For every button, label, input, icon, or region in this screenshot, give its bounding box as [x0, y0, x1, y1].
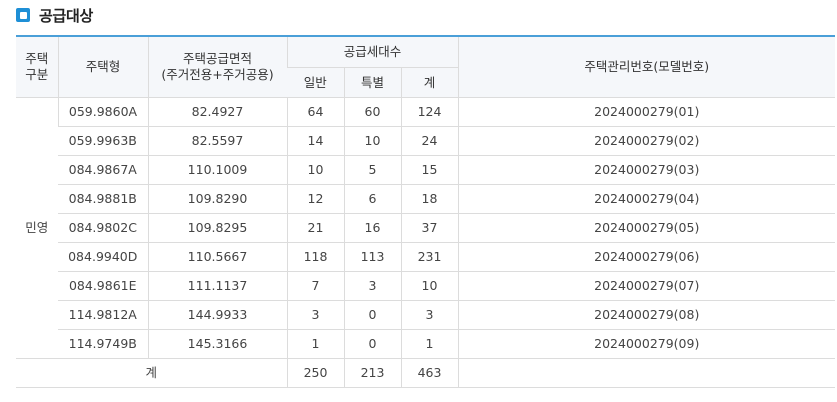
- cell-supply-area: 109.8290: [147, 184, 287, 214]
- table-row: 114.9749B 145.3166 1 0 1 2024000279(09): [16, 329, 836, 359]
- cell-management-number: 2024000279(01): [457, 97, 836, 127]
- cell-general-units: 21: [286, 213, 344, 243]
- cell-special-units: 0: [343, 329, 401, 359]
- cell-special-units: 10: [343, 126, 401, 156]
- cell-housing-type: 084.9940D: [58, 242, 148, 272]
- cell-special-units: 5: [343, 155, 401, 185]
- cell-total-units: 1: [400, 329, 459, 359]
- header-special: 특별: [343, 67, 401, 98]
- cell-total-units: 3: [400, 300, 459, 330]
- section-header: 공급대상: [16, 5, 93, 25]
- cell-total-units: 24: [400, 126, 459, 156]
- cell-supply-area: 110.1009: [147, 155, 287, 185]
- square-bullet-icon: [16, 8, 30, 22]
- cell-housing-type: 084.9881B: [58, 184, 148, 214]
- table-row: 084.9861E 111.1137 7 3 10 2024000279(07): [16, 271, 836, 301]
- cell-special-units: 3: [343, 271, 401, 301]
- cell-total-units: 124: [400, 97, 459, 127]
- table-row: 084.9867A 110.1009 10 5 15 2024000279(03): [16, 155, 836, 185]
- cell-general-units: 3: [286, 300, 344, 330]
- totals-row: 계 250 213 463: [16, 358, 836, 388]
- cell-total-units: 231: [400, 242, 459, 272]
- cell-management-number: 2024000279(03): [457, 155, 836, 185]
- cell-management-number: 2024000279(09): [457, 329, 836, 359]
- table-row: 114.9812A 144.9933 3 0 3 2024000279(08): [16, 300, 836, 330]
- header-total: 계: [400, 67, 459, 98]
- table-row: 084.9802C 109.8295 21 16 37 2024000279(05): [16, 213, 836, 243]
- cell-total-units: 15: [400, 155, 459, 185]
- cell-housing-type: 084.9802C: [58, 213, 148, 243]
- cell-supply-area: 145.3166: [147, 329, 287, 359]
- header-general: 일반: [287, 67, 344, 98]
- cell-general-units: 7: [286, 271, 344, 301]
- cell-total-units: 18: [400, 184, 459, 214]
- cell-housing-type: 114.9812A: [58, 300, 148, 330]
- cell-management-number: 2024000279(08): [457, 300, 836, 330]
- totals-label: 계: [16, 358, 287, 388]
- cell-supply-area: 144.9933: [147, 300, 287, 330]
- cell-housing-type: 059.9860A: [57, 97, 148, 127]
- cell-general-units: 64: [286, 97, 344, 127]
- cell-special-units: 16: [343, 213, 401, 243]
- cell-supply-area: 109.8295: [147, 213, 287, 243]
- header-housing-type: 주택형: [57, 36, 148, 98]
- cell-management-number: 2024000279(04): [457, 184, 836, 214]
- cell-housing-category: 민영: [16, 97, 58, 359]
- table-row: 084.9940D 110.5667 118 113 231 2024000279(06): [16, 242, 836, 272]
- cell-total-units: 10: [400, 271, 459, 301]
- cell-management-number: 2024000279(06): [457, 242, 836, 272]
- cell-general-units: 12: [286, 184, 344, 214]
- cell-general-units: 10: [286, 155, 344, 185]
- cell-general-units: 118: [286, 242, 344, 272]
- cell-management-number: 2024000279(05): [457, 213, 836, 243]
- header-supply-area: 주택공급면적 (주거전용+주거공용): [147, 36, 287, 98]
- cell-special-units: 0: [343, 300, 401, 330]
- table-row: 민영 059.9860A 82.4927 64 60 124 2024000279(01): [16, 97, 836, 359]
- totals-total: 463: [400, 358, 459, 388]
- cell-special-units: 113: [343, 242, 401, 272]
- cell-housing-type: 084.9867A: [58, 155, 148, 185]
- supply-target-table: 주택 구분 주택형 주택공급면적 (주거전용+주거공용) 공급세대수 주택관리번…: [16, 35, 836, 388]
- header-supply-units: 공급세대수: [286, 36, 459, 68]
- cell-supply-area: 82.5597: [147, 126, 287, 156]
- cell-general-units: 1: [286, 329, 344, 359]
- cell-housing-type: 114.9749B: [58, 329, 148, 359]
- table-row: 059.9963B 82.5597 14 10 24 2024000279(02): [16, 126, 836, 156]
- cell-special-units: 6: [343, 184, 401, 214]
- totals-special: 213: [343, 358, 401, 388]
- cell-housing-type: 059.9963B: [58, 126, 148, 156]
- cell-management-number: 2024000279(02): [457, 126, 836, 156]
- cell-total-units: 37: [400, 213, 459, 243]
- cell-special-units: 60: [343, 97, 401, 127]
- cell-supply-area: 111.1137: [147, 271, 287, 301]
- totals-general: 250: [286, 358, 344, 388]
- section-title: 공급대상: [39, 6, 94, 25]
- cell-general-units: 14: [286, 126, 344, 156]
- header-housing-category: 주택 구분: [16, 36, 58, 98]
- cell-management-number: 2024000279(07): [457, 271, 836, 301]
- header-management-number: 주택관리번호(모델번호): [457, 36, 836, 98]
- totals-management-number: [457, 358, 836, 388]
- cell-supply-area: 82.4927: [147, 97, 287, 127]
- cell-housing-type: 084.9861E: [58, 271, 148, 301]
- cell-supply-area: 110.5667: [147, 242, 287, 272]
- table-row: 084.9881B 109.8290 12 6 18 2024000279(04): [16, 184, 836, 214]
